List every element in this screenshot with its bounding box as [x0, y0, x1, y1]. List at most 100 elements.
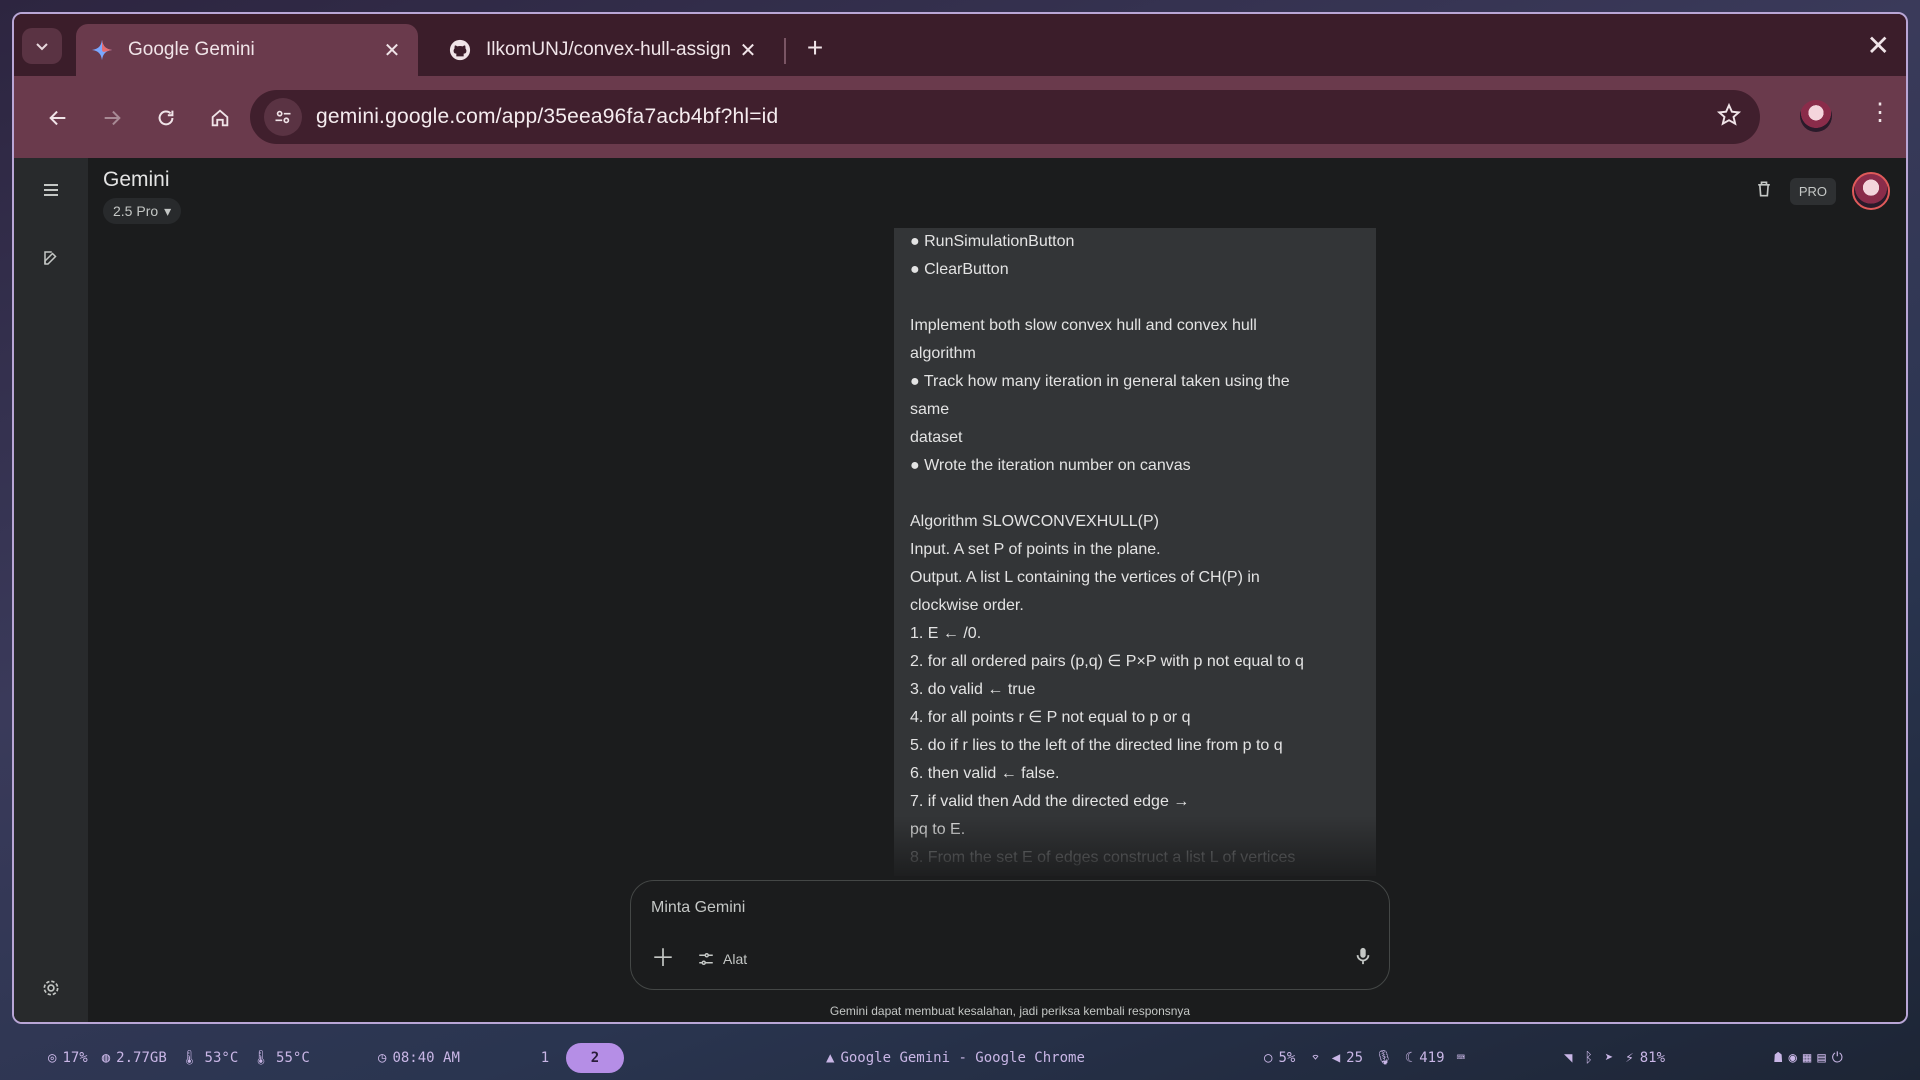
tab-github[interactable]: IlkomUNJ/convex-hull-assign ✕ [434, 24, 774, 76]
files-icon[interactable]: ▤ [1817, 1050, 1825, 1066]
workspace-1[interactable]: 1 [530, 1050, 560, 1066]
add-attachment-button[interactable]: ＋ [649, 945, 677, 973]
browser-window: Google Gemini ✕ IlkomUNJ/convex-hull-ass… [12, 12, 1908, 1024]
tab-google-gemini[interactable]: Google Gemini ✕ [76, 24, 418, 76]
arrow-left-icon [49, 110, 66, 126]
disclaimer-text: Gemini dapat membuat kesalahan, jadi per… [829, 1004, 1191, 1018]
microphone-icon[interactable] [1355, 947, 1371, 970]
tools-button[interactable]: Alat [697, 945, 747, 973]
message-line: 5. do if r lies to the left of the direc… [910, 737, 1283, 754]
windows-icon[interactable]: ▦ [1803, 1050, 1811, 1066]
battery-icon: ⚡ [1625, 1050, 1634, 1066]
prompt-input-box[interactable]: Minta Gemini ＋ Alat [630, 880, 1390, 990]
message-line: ● ClearButton [910, 261, 1009, 278]
settings-button[interactable] [31, 968, 71, 1008]
gear-icon [43, 980, 59, 996]
model-label: 2.5 Pro [113, 203, 159, 219]
message-line [910, 480, 1360, 508]
tab-title: Google Gemini [128, 39, 255, 60]
volume-level: 25 [1346, 1050, 1364, 1066]
cpu-usage: 17% [62, 1050, 88, 1066]
new-tab-button[interactable]: + [800, 34, 830, 64]
tab-separator [784, 38, 786, 64]
brightness-level: 5% [1278, 1050, 1296, 1066]
clock[interactable]: ◷ 08:40 AM [378, 1036, 460, 1080]
wifi-icon[interactable]: ⌔ [1311, 1050, 1319, 1066]
keyboard-icon: ⌨ [1456, 1050, 1465, 1066]
back-button[interactable] [38, 98, 78, 138]
header-actions: PRO [1754, 172, 1890, 210]
message-line [910, 284, 1360, 312]
home-button[interactable] [200, 98, 240, 138]
trash-icon[interactable] [1754, 179, 1774, 204]
chevron-down-icon [36, 43, 48, 51]
profile-avatar-icon[interactable] [1800, 100, 1832, 132]
message-line: Implement both slow convex hull and conv… [910, 317, 1257, 334]
message-line: 4. for all points r ∈ P not equal to p o… [910, 709, 1191, 726]
prompt-input[interactable]: Minta Gemini [651, 899, 745, 917]
edit-icon [44, 251, 57, 265]
clock-icon: ◷ [378, 1050, 387, 1066]
bluetooth-icon[interactable]: ᛒ [1584, 1050, 1592, 1066]
menu-button[interactable] [31, 170, 71, 210]
browser-menu-icon[interactable]: ⋮ [1868, 98, 1892, 127]
clock-time: 08:40 AM [392, 1050, 460, 1066]
hamburger-icon [44, 184, 58, 196]
address-bar[interactable]: gemini.google.com/app/35eea96fa7acb4bf?h… [250, 90, 1760, 144]
message-line: 7. if valid then Add the directed edge → [910, 793, 1190, 810]
telegram-icon[interactable]: ➤ [1605, 1050, 1613, 1066]
browser-toolbar: gemini.google.com/app/35eea96fa7acb4bf?h… [14, 76, 1906, 158]
message-line: Input. A set P of points in the plane. [910, 541, 1161, 558]
message-line: Output. A list L containing the vertices… [910, 569, 1260, 586]
microphone-icon[interactable]: 🎙 [1375, 1050, 1393, 1066]
arrow-up-icon: ▲ [826, 1050, 835, 1066]
site-info-icon[interactable] [264, 98, 302, 136]
system-tray: ◥ ᛒ ➤ ⚡ 81% [1564, 1036, 1665, 1080]
memory-icon: ◍ [101, 1050, 111, 1066]
thermometer-icon: 🌡 [252, 1050, 271, 1066]
thermometer-icon: 🌡 [180, 1050, 199, 1066]
moon-icon: ☾ [1404, 1050, 1414, 1066]
message-line: 2. for all ordered pairs (p,q) ∈ P×P wit… [910, 653, 1304, 670]
arrow-right-icon [104, 110, 121, 126]
close-icon[interactable]: ✕ [736, 38, 760, 63]
home-icon [211, 109, 229, 127]
discord-icon[interactable]: ◉ [1788, 1050, 1796, 1066]
close-icon[interactable]: ✕ [380, 38, 404, 63]
message-line: ● Wrote the iteration number on canvas [910, 457, 1191, 474]
tab-title: IlkomUNJ/convex-hull-assign [486, 39, 731, 60]
model-selector[interactable]: 2.5 Pro ▾ [103, 198, 182, 224]
active-window: ▲ Google Gemini - Google Chrome [826, 1036, 1085, 1080]
volume-icon[interactable]: ◀ [1332, 1050, 1340, 1066]
power-icon[interactable]: ⏻ [1832, 1050, 1843, 1066]
avatar[interactable] [1852, 172, 1890, 210]
wifi-lock-icon[interactable]: ◥ [1564, 1050, 1572, 1066]
tab-strip: Google Gemini ✕ IlkomUNJ/convex-hull-ass… [14, 14, 1906, 76]
new-chat-button[interactable] [31, 238, 71, 278]
system-taskbar: ◎ 17% ◍ 2.77GB 🌡 53°C 🌡 55°C ◷ 08:40 AM 1 2 ▲… [0, 1036, 1920, 1080]
message-line: ● RunSimulationButton [910, 233, 1075, 250]
ghost-icon[interactable]: ☗ [1774, 1050, 1782, 1066]
github-icon [448, 38, 472, 62]
audio-indicators: ○ 5% ⌔ ◀ 25 🎙 ☾ 419 ⌨ [1264, 1036, 1465, 1080]
temp-1: 53°C [204, 1050, 239, 1066]
message-line: 3. do valid ← true [910, 681, 1036, 698]
gemini-sparkle-icon [90, 38, 114, 62]
window-close-button[interactable]: ✕ [1867, 32, 1890, 60]
message-line: 1. E ← /0. [910, 625, 982, 642]
tab-search-button[interactable] [22, 28, 62, 64]
message-line: same [910, 401, 950, 418]
memory-usage: 2.77GB [116, 1050, 167, 1066]
user-message-bubble: ● RunSimulationButton ● ClearButton Implem… [894, 228, 1376, 876]
workspace-2[interactable]: 2 [566, 1043, 624, 1073]
message-line: Algorithm SLOWCONVEXHULL(P) [910, 513, 1159, 530]
temp-2: 55°C [276, 1050, 310, 1066]
message-line: clockwise order. [910, 597, 1024, 614]
bookmark-star-icon[interactable] [1716, 102, 1742, 133]
message-line: dataset [910, 429, 963, 446]
caret-down-icon: ▾ [164, 202, 172, 219]
forward-button[interactable] [92, 98, 132, 138]
message-line: algorithm [910, 345, 976, 362]
url-text: gemini.google.com/app/35eea96fa7acb4bf?h… [316, 105, 779, 128]
reload-button[interactable] [146, 98, 186, 138]
